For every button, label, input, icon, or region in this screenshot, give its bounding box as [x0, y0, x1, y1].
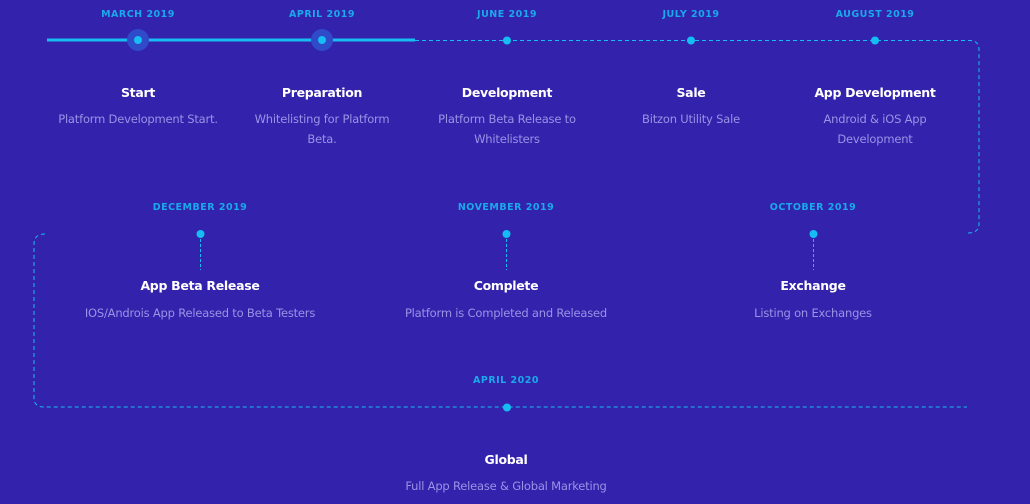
milestone-description: IOS/Androis App Released to Beta Testers	[84, 306, 316, 320]
milestone-description: Platform Beta Release to Whitelisters	[438, 112, 576, 146]
milestone-description: Listing on Exchanges	[754, 306, 872, 320]
marker-dot-december[interactable]	[196, 230, 205, 238]
milestone-description: Platform Development Start.	[58, 112, 218, 126]
marker-halo-april-2019	[311, 29, 333, 51]
milestone-date: APRIL 2019	[289, 9, 355, 20]
milestone-title: Complete	[473, 278, 539, 293]
milestone-date: MARCH 2019	[101, 9, 175, 20]
marker-dot-october[interactable]	[809, 230, 818, 238]
marker-halo-march	[127, 29, 149, 51]
milestone-title: Global	[484, 452, 528, 467]
marker-dot-april-2019[interactable]	[318, 36, 326, 44]
roadmap-timeline: MARCH 2019 Start Platform Development St…	[0, 0, 1030, 504]
marker-dot-march[interactable]	[134, 36, 142, 44]
milestone-date: DECEMBER 2019	[152, 202, 248, 213]
timeline-connectors	[33, 29, 980, 412]
milestone-description: Platform is Completed and Released	[404, 306, 608, 320]
marker-dot-august[interactable]	[871, 36, 879, 45]
marker-dot-june[interactable]	[503, 36, 511, 45]
milestone-title: App Beta Release	[140, 278, 260, 293]
milestone-title: App Development	[814, 85, 936, 100]
marker-dot-april-2020[interactable]	[503, 403, 511, 412]
milestone-date: NOVEMBER 2019	[457, 202, 555, 213]
milestone-description: Full App Release & Global Marketing	[405, 479, 607, 493]
milestone-date: OCTOBER 2019	[769, 202, 857, 213]
milestone-date: APRIL 2020	[473, 375, 539, 386]
milestone-date: JUNE 2019	[477, 9, 537, 20]
milestone-description: Bitzon Utility Sale	[642, 112, 740, 126]
milestone-description: Android & iOS App Development	[823, 112, 927, 146]
milestone-description: Whitelisting for Platform Beta.	[254, 112, 390, 146]
milestone-date: JULY 2019	[662, 9, 720, 20]
milestone-title: Exchange	[780, 278, 846, 293]
milestone-date: AUGUST 2019	[835, 9, 915, 20]
marker-dot-july[interactable]	[687, 36, 695, 45]
marker-dot-november[interactable]	[502, 230, 511, 238]
